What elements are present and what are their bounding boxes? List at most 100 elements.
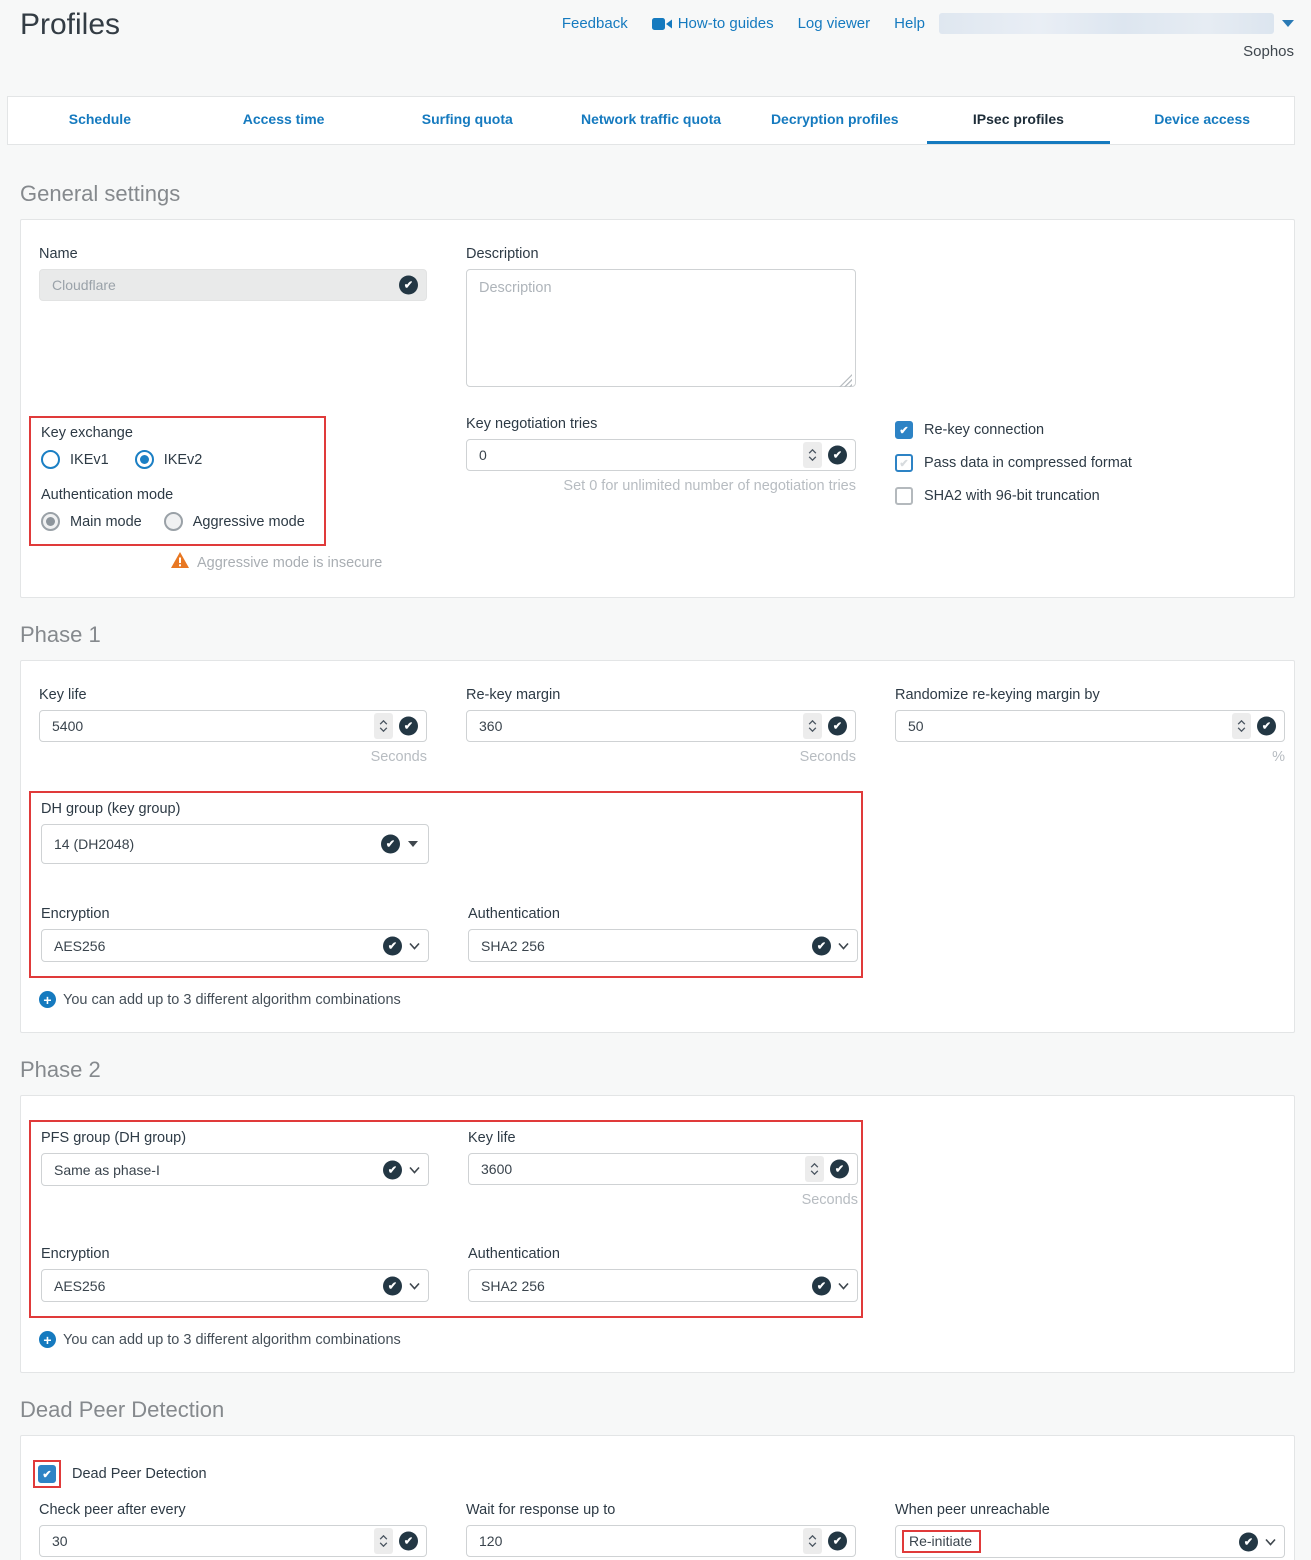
p1-randomize-input[interactable] bbox=[895, 710, 1285, 742]
stepper-control[interactable] bbox=[374, 1528, 393, 1554]
p1-dh-group-select[interactable]: 14 (DH2048) ✔ bbox=[41, 824, 429, 864]
tab-access-time[interactable]: Access time bbox=[192, 97, 376, 144]
stepper-control[interactable] bbox=[803, 442, 822, 468]
feedback-link[interactable]: Feedback bbox=[562, 15, 628, 32]
p1-rekey-margin-unit: Seconds bbox=[466, 749, 856, 765]
p1-authentication-select[interactable]: SHA2 256 ✔ bbox=[468, 929, 858, 962]
name-label: Name bbox=[39, 246, 427, 262]
p1-dh-group-label: DH group (key group) bbox=[41, 801, 851, 817]
p1-note: You can add up to 3 different algorithm … bbox=[63, 992, 401, 1008]
p2-pfs-group-select[interactable]: Same as phase-I ✔ bbox=[41, 1153, 429, 1186]
valid-check-icon: ✔ bbox=[828, 717, 847, 736]
chevron-down-icon bbox=[838, 1282, 849, 1290]
dpd-when-unreachable-select[interactable]: Re-initiate ✔ bbox=[895, 1525, 1285, 1558]
chevron-down-icon bbox=[1265, 1538, 1276, 1546]
howto-guides-link[interactable]: How-to guides bbox=[652, 15, 774, 32]
tab-device-access[interactable]: Device access bbox=[1110, 97, 1294, 144]
brand-label: Sophos bbox=[1243, 43, 1294, 60]
dpd-check-peer-input[interactable] bbox=[39, 1525, 427, 1557]
p1-randomize-unit: % bbox=[895, 749, 1285, 765]
valid-check-icon: ✔ bbox=[812, 1276, 831, 1295]
add-combination-icon[interactable]: + bbox=[39, 1331, 56, 1348]
key-negotiation-label: Key negotiation tries bbox=[466, 416, 856, 432]
auth-mode-label: Authentication mode bbox=[41, 487, 314, 503]
ikev2-radio[interactable] bbox=[135, 450, 154, 469]
key-exchange-label: Key exchange bbox=[41, 425, 314, 441]
sha2-truncation-checkbox[interactable]: ✔ bbox=[895, 487, 913, 505]
dpd-wait-response-label: Wait for response up to bbox=[466, 1502, 856, 1518]
dpd-wait-response-input[interactable] bbox=[466, 1525, 856, 1557]
p2-key-life-input[interactable] bbox=[468, 1153, 858, 1185]
p2-key-life-unit: Seconds bbox=[468, 1192, 858, 1208]
help-link[interactable]: Help bbox=[894, 15, 925, 32]
ikev2-label: IKEv2 bbox=[164, 452, 203, 468]
p2-authentication-label: Authentication bbox=[468, 1246, 858, 1262]
key-exchange-annotation-box: Key exchange IKEv1 IKEv2 Authentication … bbox=[29, 416, 326, 546]
ikev1-radio[interactable] bbox=[41, 450, 60, 469]
log-viewer-link[interactable]: Log viewer bbox=[798, 15, 871, 32]
video-icon bbox=[652, 17, 672, 31]
name-input[interactable] bbox=[39, 269, 427, 301]
aggressive-mode-radio[interactable] bbox=[164, 512, 183, 531]
stepper-control[interactable] bbox=[1232, 713, 1251, 739]
valid-check-icon: ✔ bbox=[828, 446, 847, 465]
valid-check-icon: ✔ bbox=[399, 717, 418, 736]
dpd-checkbox-annotation-box: ✔ bbox=[33, 1460, 61, 1488]
valid-check-icon: ✔ bbox=[1257, 717, 1276, 736]
main-mode-radio[interactable] bbox=[41, 512, 60, 531]
chevron-down-icon bbox=[409, 1282, 420, 1290]
valid-check-icon: ✔ bbox=[1239, 1532, 1258, 1551]
dpd-heading: Dead Peer Detection bbox=[20, 1397, 1311, 1423]
p2-encryption-select[interactable]: AES256 ✔ bbox=[41, 1269, 429, 1302]
p1-key-life-input[interactable] bbox=[39, 710, 427, 742]
p2-encryption-label: Encryption bbox=[41, 1246, 429, 1262]
profiles-tabbar: Schedule Access time Surfing quota Netwo… bbox=[7, 96, 1295, 145]
p1-encryption-label: Encryption bbox=[41, 906, 429, 922]
p2-note: You can add up to 3 different algorithm … bbox=[63, 1332, 401, 1348]
user-menu-caret-icon[interactable] bbox=[1282, 20, 1294, 27]
p1-key-life-label: Key life bbox=[39, 687, 427, 703]
stepper-control[interactable] bbox=[803, 713, 822, 739]
phase2-algorithms-annotation-box: PFS group (DH group) Same as phase-I ✔ K… bbox=[29, 1120, 863, 1318]
chevron-down-icon bbox=[409, 942, 420, 950]
valid-check-icon: ✔ bbox=[383, 936, 402, 955]
p2-authentication-select[interactable]: SHA2 256 ✔ bbox=[468, 1269, 858, 1302]
p1-randomize-label: Randomize re-keying margin by bbox=[895, 687, 1285, 703]
stepper-control[interactable] bbox=[805, 1156, 824, 1182]
phase1-algorithms-annotation-box: DH group (key group) 14 (DH2048) ✔ Encry… bbox=[29, 791, 863, 978]
phase1-heading: Phase 1 bbox=[20, 622, 1311, 648]
add-combination-icon[interactable]: + bbox=[39, 991, 56, 1008]
description-textarea[interactable] bbox=[466, 269, 856, 387]
tab-ipsec-profiles[interactable]: IPsec profiles bbox=[927, 97, 1111, 144]
p1-encryption-select[interactable]: AES256 ✔ bbox=[41, 929, 429, 962]
compressed-format-checkbox[interactable]: ✔ bbox=[895, 454, 913, 472]
stepper-control[interactable] bbox=[374, 713, 393, 739]
tab-surfing-quota[interactable]: Surfing quota bbox=[375, 97, 559, 144]
p2-key-life-label: Key life bbox=[468, 1130, 858, 1146]
dpd-enable-checkbox[interactable]: ✔ bbox=[38, 1465, 56, 1483]
chevron-down-icon bbox=[409, 1166, 420, 1174]
description-label: Description bbox=[466, 246, 856, 262]
p1-rekey-margin-input[interactable] bbox=[466, 710, 856, 742]
dpd-check-peer-label: Check peer after every bbox=[39, 1502, 427, 1518]
header-links: Feedback How-to guides Log viewer Help bbox=[562, 15, 925, 32]
rekey-connection-checkbox[interactable]: ✔ bbox=[895, 421, 913, 439]
phase2-heading: Phase 2 bbox=[20, 1057, 1311, 1083]
p2-pfs-group-label: PFS group (DH group) bbox=[41, 1130, 429, 1146]
key-negotiation-input[interactable] bbox=[466, 439, 856, 471]
tab-decryption-profiles[interactable]: Decryption profiles bbox=[743, 97, 927, 144]
tab-network-traffic-quota[interactable]: Network traffic quota bbox=[559, 97, 743, 144]
valid-check-icon: ✔ bbox=[830, 1160, 849, 1179]
stepper-control[interactable] bbox=[803, 1528, 822, 1554]
main-mode-label: Main mode bbox=[70, 514, 142, 530]
user-menu[interactable] bbox=[939, 13, 1274, 34]
general-settings-panel: Name ✔ Description Key exchange IKEv1 bbox=[20, 219, 1295, 598]
dropdown-caret-icon bbox=[408, 841, 418, 847]
reinitiate-annotation-box: Re-initiate bbox=[902, 1530, 981, 1553]
p1-rekey-margin-label: Re-key margin bbox=[466, 687, 856, 703]
valid-check-icon: ✔ bbox=[812, 936, 831, 955]
aggressive-mode-label: Aggressive mode bbox=[193, 514, 305, 530]
aggressive-warning-text: Aggressive mode is insecure bbox=[197, 555, 382, 571]
tab-schedule[interactable]: Schedule bbox=[8, 97, 192, 144]
sha2-truncation-label: SHA2 with 96-bit truncation bbox=[924, 488, 1100, 504]
